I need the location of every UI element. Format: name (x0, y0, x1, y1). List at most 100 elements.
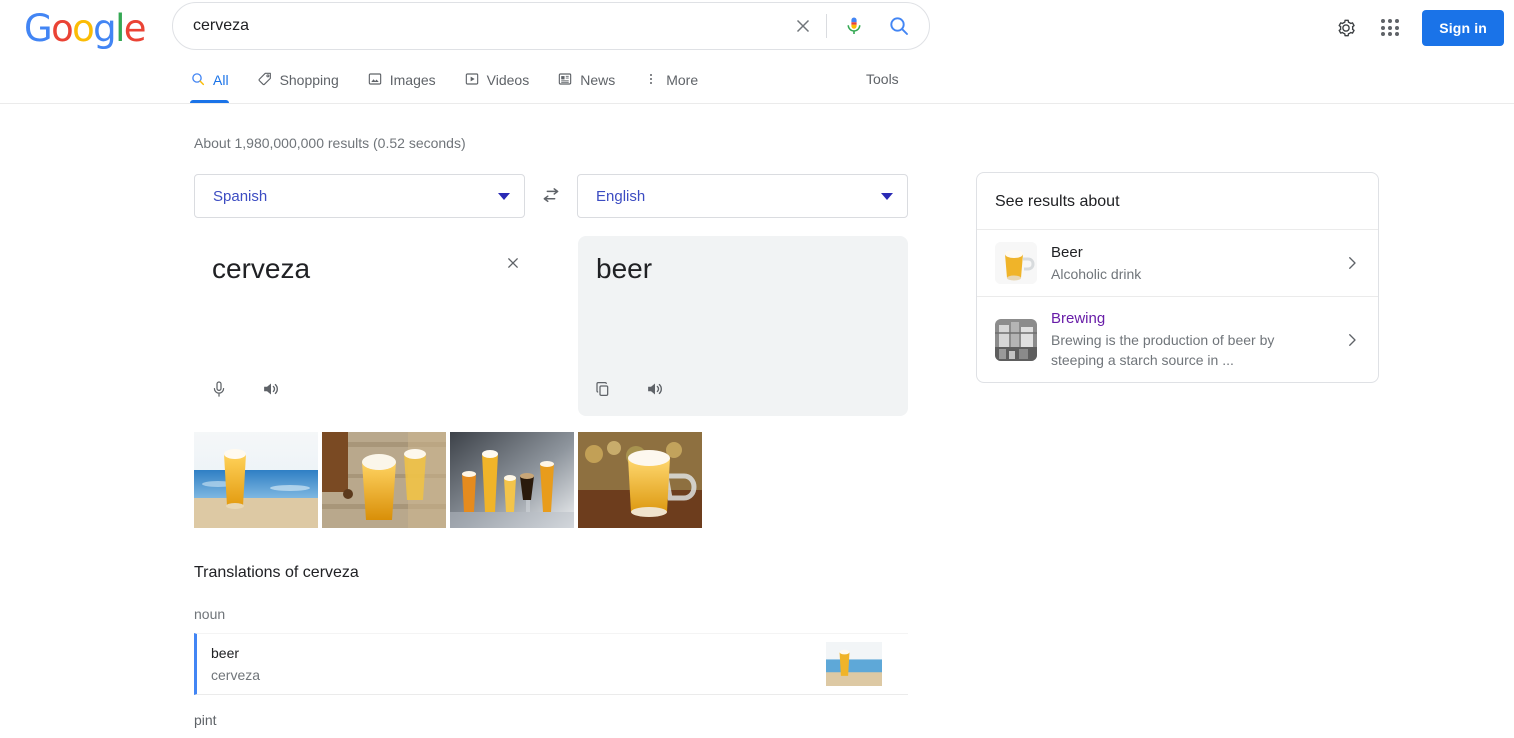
side-card-item-beer[interactable]: Beer Alcoholic drink (977, 230, 1378, 297)
translations-heading: Translations of cerveza (194, 562, 908, 584)
next-translation-word: pint (194, 711, 908, 729)
target-language-select[interactable]: English (577, 174, 908, 218)
search-input[interactable] (173, 17, 782, 35)
clear-search-button[interactable] (782, 4, 824, 48)
translation-thumbnail[interactable] (826, 642, 882, 686)
tab-all[interactable]: All (190, 56, 241, 103)
swap-horizontal-icon (540, 185, 562, 207)
listen-translation-button[interactable] (640, 374, 670, 404)
search-nav: All Shopping Images (0, 56, 1514, 104)
result-image[interactable] (194, 432, 318, 528)
logo-letter: e (124, 10, 145, 47)
news-icon (557, 71, 573, 87)
logo-letter: o (51, 10, 72, 47)
source-language-select[interactable]: Spanish (194, 174, 525, 218)
translate-target-box: beer (578, 236, 908, 416)
search-divider (826, 14, 827, 38)
language-selectors: Spanish English (194, 174, 908, 218)
search-submit-button[interactable] (875, 4, 923, 48)
entity-thumbnail (995, 319, 1037, 361)
translate-source-text: cerveza (212, 252, 528, 286)
logo-letter: o (72, 10, 93, 47)
header-actions: Sign in (1326, 0, 1514, 56)
tab-images[interactable]: Images (367, 56, 448, 103)
translate-target-actions (588, 374, 670, 404)
logo-letter: G (24, 10, 51, 47)
logo-letter: l (115, 10, 124, 47)
result-image[interactable] (322, 432, 446, 528)
clear-translate-input-button[interactable] (500, 250, 526, 276)
target-language-label: English (596, 188, 645, 205)
see-results-about-card: See results about Beer Alcoholic drink (976, 172, 1379, 383)
chevron-right-icon[interactable] (1340, 254, 1364, 272)
video-icon (464, 71, 480, 87)
gear-icon (1335, 17, 1357, 39)
nav-tabs: All Shopping Images (190, 56, 726, 104)
entity-title: Beer (1051, 243, 1326, 263)
entity-body: Brewing Brewing is the production of bee… (1051, 309, 1326, 370)
tab-label: More (666, 71, 698, 89)
close-icon (792, 15, 814, 37)
voice-input-button[interactable] (204, 374, 234, 404)
translation-word: beer (211, 643, 260, 663)
search-bar[interactable] (172, 2, 930, 50)
entity-title[interactable]: Brewing (1051, 309, 1326, 329)
entity-subtitle: Brewing is the production of beer by ste… (1051, 330, 1326, 370)
translations-section: Translations of cerveza noun beer cervez… (194, 562, 908, 729)
tab-shopping[interactable]: Shopping (257, 56, 351, 103)
translate-widget: Spanish English cerveza (194, 174, 908, 416)
chevron-down-icon (498, 193, 510, 200)
copy-icon (593, 379, 613, 399)
sign-in-button[interactable]: Sign in (1422, 10, 1504, 46)
chevron-down-icon (881, 193, 893, 200)
speaker-icon (644, 378, 666, 400)
tag-icon (257, 71, 273, 87)
part-of-speech-label: noun (194, 605, 908, 623)
translation-entry-row[interactable]: beer cerveza (194, 633, 908, 695)
microphone-icon (842, 14, 866, 38)
tab-more[interactable]: More (643, 56, 710, 103)
result-stats: About 1,980,000,000 results (0.52 second… (194, 134, 466, 152)
translate-target-text: beer (596, 252, 890, 286)
translate-source-box[interactable]: cerveza (194, 236, 546, 416)
swap-languages-button[interactable] (525, 184, 577, 208)
result-image[interactable] (450, 432, 574, 528)
page-header: Google (0, 0, 1514, 56)
tab-label: Shopping (280, 71, 339, 89)
search-icon (887, 14, 911, 38)
speaker-icon (260, 378, 282, 400)
tab-label: News (580, 71, 615, 89)
microphone-icon (209, 379, 229, 399)
image-strip (194, 432, 702, 528)
image-icon (367, 71, 383, 87)
copy-translation-button[interactable] (588, 374, 618, 404)
tools-button[interactable]: Tools (866, 70, 899, 88)
entity-subtitle: Alcoholic drink (1051, 264, 1326, 284)
tab-videos[interactable]: Videos (464, 56, 542, 103)
settings-button[interactable] (1326, 8, 1366, 48)
translation-entry-text: beer cerveza (211, 643, 260, 685)
google-apps-button[interactable] (1370, 8, 1410, 48)
translate-source-actions (204, 374, 286, 404)
result-image[interactable] (578, 432, 702, 528)
translation-back-translation: cerveza (211, 665, 260, 685)
search-icon (190, 71, 206, 87)
more-vertical-icon (643, 71, 659, 87)
listen-source-button[interactable] (256, 374, 286, 404)
side-card-heading: See results about (977, 173, 1378, 230)
tab-label: All (213, 71, 229, 89)
apps-grid-icon (1381, 19, 1399, 37)
entity-body: Beer Alcoholic drink (1051, 243, 1326, 284)
side-card-item-brewing[interactable]: Brewing Brewing is the production of bee… (977, 297, 1378, 382)
entity-thumbnail (995, 242, 1037, 284)
tab-label: Videos (487, 71, 530, 89)
source-language-label: Spanish (213, 188, 267, 205)
chevron-right-icon[interactable] (1340, 331, 1364, 349)
logo-letter: g (93, 10, 115, 47)
tab-news[interactable]: News (557, 56, 627, 103)
close-icon (503, 253, 523, 273)
tab-label: Images (390, 71, 436, 89)
google-logo[interactable]: Google (24, 10, 145, 47)
translate-boxes: cerveza (194, 236, 908, 416)
voice-search-button[interactable] (833, 4, 875, 48)
